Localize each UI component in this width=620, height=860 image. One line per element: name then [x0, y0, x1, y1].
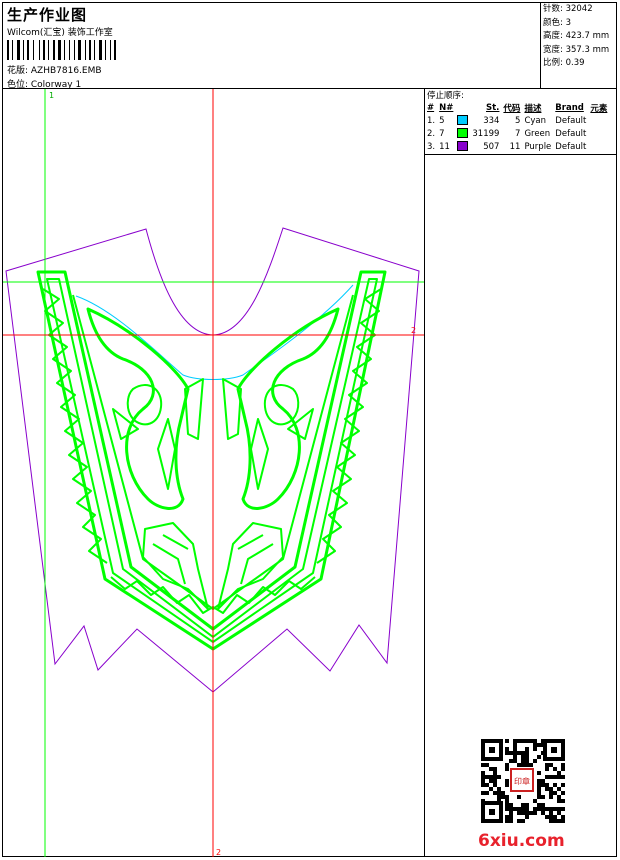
red-guide-label-right: 2: [411, 326, 416, 335]
color-swatch: [457, 115, 469, 126]
embroidery-design: 1 2 2: [3, 89, 424, 857]
barcode: [7, 40, 116, 60]
company-name: Wilcom(汇宝) 装饰工作室: [7, 28, 113, 38]
col-needle: N#: [439, 102, 454, 113]
neckline-outline: [75, 284, 354, 380]
stop-sequence-label: 停止顺序:: [427, 91, 464, 101]
color-swatch: [457, 141, 469, 152]
col-element: 元素: [590, 103, 608, 114]
pattern-file: 花版: AZHB7816.EMB: [7, 66, 102, 76]
stat-stitches: 针数: 32042: [543, 4, 593, 14]
col-swatch: [455, 101, 470, 114]
green-guide-label: 1: [49, 91, 54, 100]
col-code: 代码: [503, 103, 521, 114]
table-divider: [424, 154, 616, 155]
stat-colors: 颜色: 3: [543, 17, 571, 28]
stat-width: 宽度: 357.3 mm: [543, 44, 610, 55]
color-swatch: [457, 128, 469, 139]
stop-sequence-table: # N# St. 代码 描述 Brand 元素 1. 5 334 5 Cyan …: [425, 101, 609, 153]
stats-panel: 针数: 32042 颜色: 3 高度: 423.7 mm 宽度: 357.3 m…: [540, 3, 616, 88]
watermark-brand: 6xiu.com: [478, 831, 565, 851]
header: 生产作业图 Wilcom(汇宝) 装饰工作室 花版: AZHB7816.EMB …: [3, 3, 540, 90]
panel-divider: [424, 88, 425, 857]
table-row: 3. 11 507 11 Purple Default: [427, 141, 587, 152]
green-embroidery: [36, 270, 387, 651]
stat-height: 高度: 423.7 mm: [543, 31, 610, 42]
col-stitches: St.: [486, 102, 500, 113]
table-row: 2. 7 31199 7 Green Default: [427, 128, 587, 139]
col-brand: Brand: [555, 102, 584, 113]
qr-code: 印章: [481, 739, 565, 823]
col-desc: 描述: [524, 103, 542, 114]
table-row: 1. 5 334 5 Cyan Default: [427, 115, 587, 126]
col-index: #: [427, 102, 435, 113]
red-guide-label-bottom: 2: [216, 848, 221, 857]
stat-scale: 比例: 0.39: [543, 58, 585, 69]
page-title: 生产作业图: [7, 6, 88, 24]
seal-text: 印章: [514, 776, 530, 786]
